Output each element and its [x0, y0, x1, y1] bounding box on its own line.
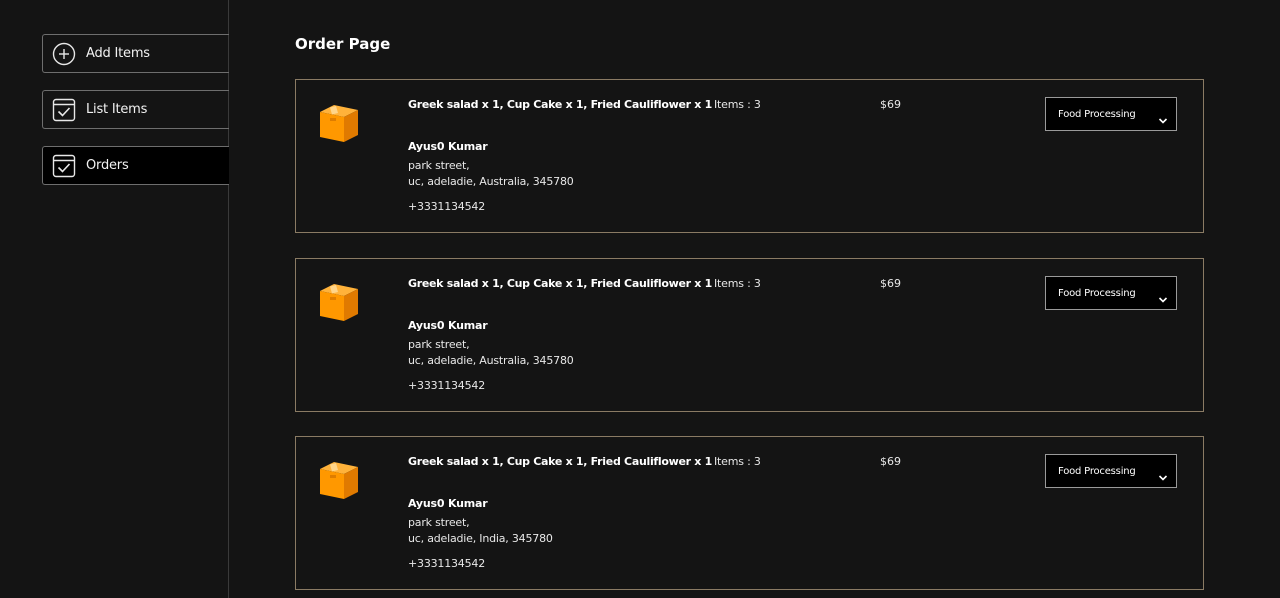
address-line: park street, — [408, 159, 470, 172]
item-count: Items : 3 — [714, 98, 761, 111]
chevron-down-icon — [1158, 467, 1168, 481]
page-title: Order Page — [295, 35, 391, 53]
address-line: park street, — [408, 338, 470, 351]
item-count: Items : 3 — [714, 277, 761, 290]
checklist-icon — [52, 98, 76, 122]
order-amount: $69 — [880, 455, 901, 468]
order-card: Greek salad x 1, Cup Cake x 1, Fried Cau… — [295, 258, 1204, 412]
checklist-icon — [52, 154, 76, 178]
customer-name: Ayus0 Kumar — [408, 319, 488, 332]
address-line: uc, adeladie, Australia, 345780 — [408, 175, 574, 188]
phone-number: +3331134542 — [408, 200, 486, 213]
order-status-select[interactable]: Food Processing — [1045, 276, 1177, 310]
chevron-down-icon — [1158, 110, 1168, 124]
sidebar: Add Items List Items Orders — [0, 0, 229, 598]
parcel-box-icon — [318, 281, 360, 323]
order-items-text: Greek salad x 1, Cup Cake x 1, Fried Cau… — [408, 455, 712, 468]
status-value: Food Processing — [1058, 108, 1136, 120]
order-status-select[interactable]: Food Processing — [1045, 97, 1177, 131]
order-items-text: Greek salad x 1, Cup Cake x 1, Fried Cau… — [408, 98, 712, 111]
phone-number: +3331134542 — [408, 557, 486, 570]
order-status-select[interactable]: Food Processing — [1045, 454, 1177, 488]
order-amount: $69 — [880, 98, 901, 111]
sidebar-item-label: Add Items — [86, 46, 150, 61]
status-value: Food Processing — [1058, 465, 1136, 477]
customer-name: Ayus0 Kumar — [408, 497, 488, 510]
item-count: Items : 3 — [714, 455, 761, 468]
address-line: uc, adeladie, India, 345780 — [408, 532, 553, 545]
phone-number: +3331134542 — [408, 379, 486, 392]
order-card: Greek salad x 1, Cup Cake x 1, Fried Cau… — [295, 79, 1204, 233]
order-card: Greek salad x 1, Cup Cake x 1, Fried Cau… — [295, 436, 1204, 590]
order-amount: $69 — [880, 277, 901, 290]
add-circle-icon — [52, 42, 76, 66]
address-line: uc, adeladie, Australia, 345780 — [408, 354, 574, 367]
chevron-down-icon — [1158, 289, 1168, 303]
sidebar-item-orders[interactable]: Orders — [42, 146, 229, 185]
order-items-text: Greek salad x 1, Cup Cake x 1, Fried Cau… — [408, 277, 712, 290]
address-line: park street, — [408, 516, 470, 529]
sidebar-item-list-items[interactable]: List Items — [42, 90, 229, 129]
parcel-box-icon — [318, 459, 360, 501]
parcel-box-icon — [318, 102, 360, 144]
sidebar-item-label: List Items — [86, 102, 148, 117]
sidebar-item-label: Orders — [86, 158, 129, 173]
status-value: Food Processing — [1058, 287, 1136, 299]
customer-name: Ayus0 Kumar — [408, 140, 488, 153]
sidebar-item-add-items[interactable]: Add Items — [42, 34, 229, 73]
